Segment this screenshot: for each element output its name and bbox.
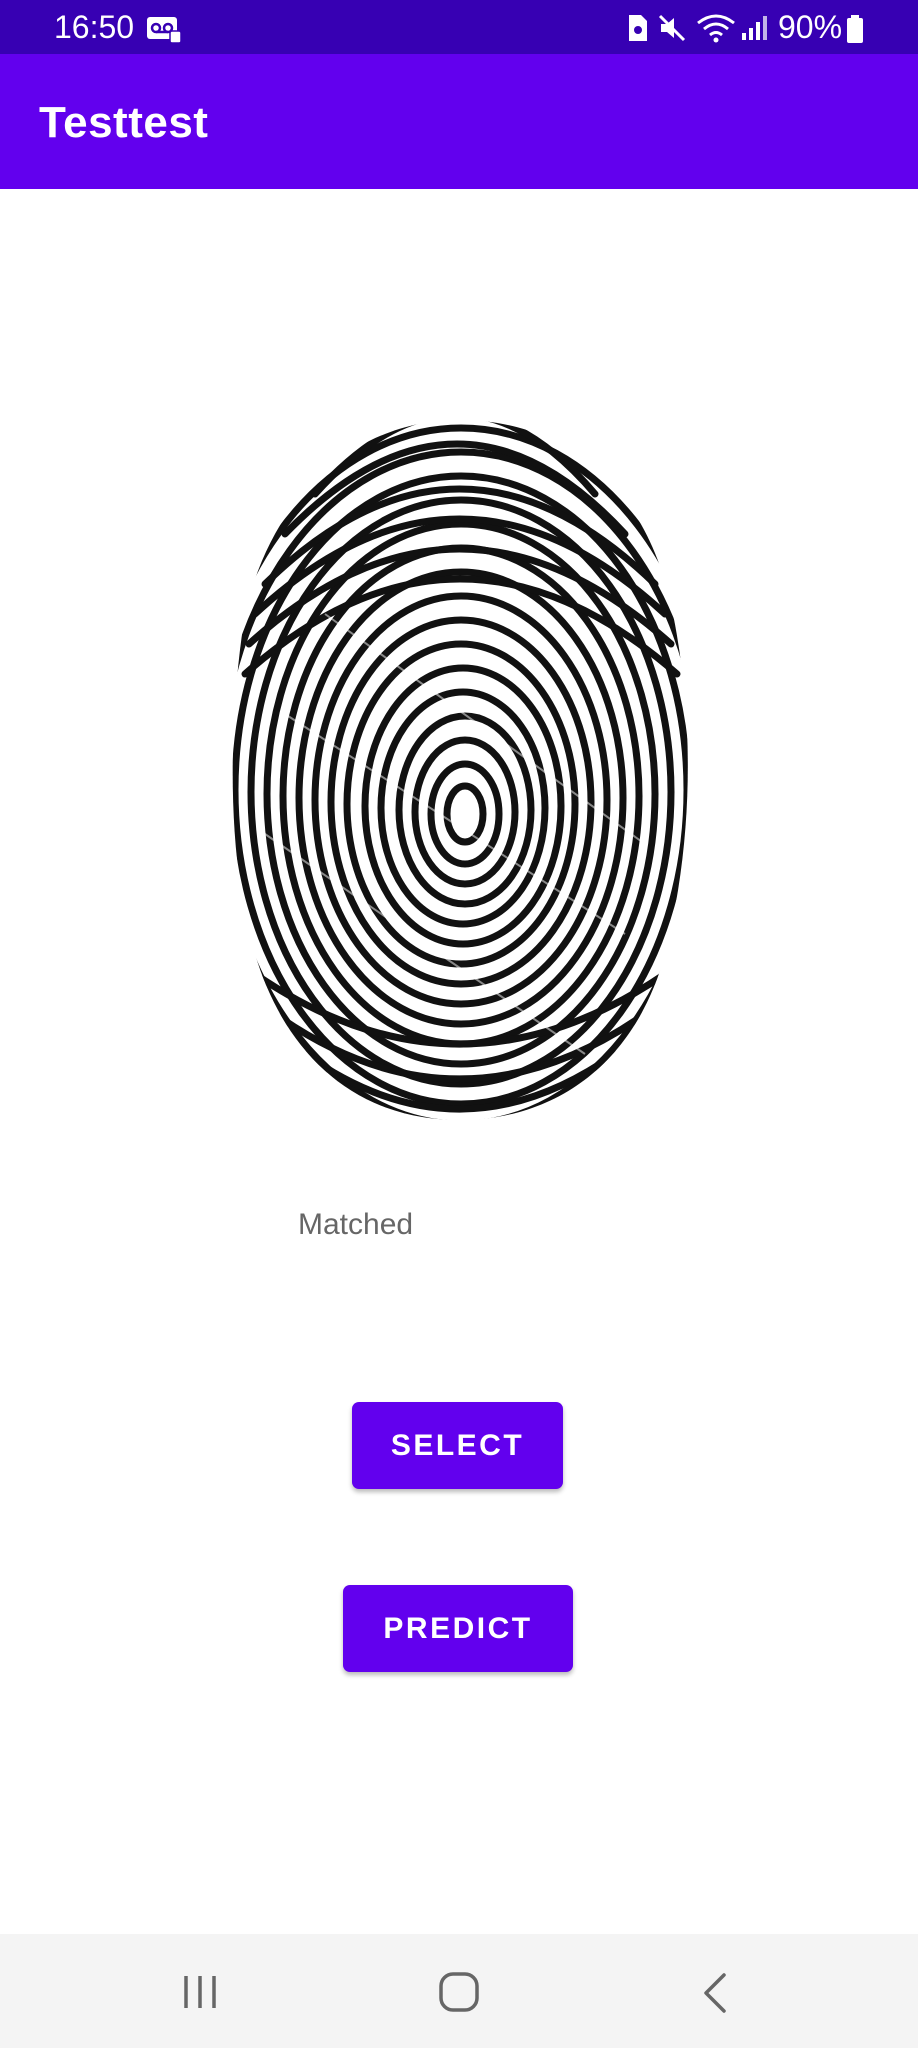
navigation-bar bbox=[0, 1934, 918, 2048]
result-text: Matched bbox=[298, 1208, 414, 1241]
signal-icon bbox=[742, 16, 767, 40]
recents-icon[interactable] bbox=[182, 1974, 222, 2010]
predict-button[interactable]: PREDICT bbox=[343, 1585, 573, 1672]
wifi-icon bbox=[697, 14, 735, 43]
mute-icon bbox=[658, 14, 686, 42]
voicemail-icon bbox=[147, 17, 182, 44]
sim-icon bbox=[629, 15, 647, 41]
fingerprint-image bbox=[232, 420, 688, 1120]
battery-icon bbox=[847, 15, 863, 43]
app-bar: Testtest bbox=[0, 54, 918, 189]
status-bar: 16:50 90% bbox=[0, 0, 918, 54]
status-time: 16:50 bbox=[54, 9, 135, 45]
select-button[interactable]: SELECT bbox=[352, 1402, 563, 1489]
home-icon[interactable] bbox=[438, 1971, 480, 2013]
app-title: Testtest bbox=[39, 98, 209, 147]
back-icon[interactable] bbox=[700, 1972, 730, 2014]
battery-percent: 90% bbox=[778, 9, 843, 45]
